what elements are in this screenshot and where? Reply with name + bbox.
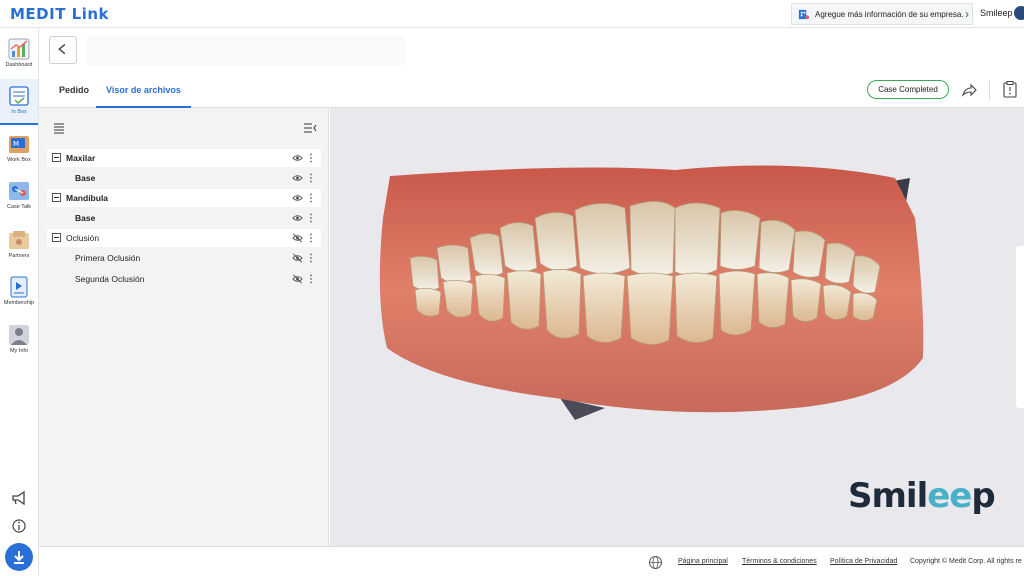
sidebar-item-inbox[interactable]: In Box xyxy=(0,79,38,125)
chevron-left-icon xyxy=(58,43,66,55)
more-vertical-icon[interactable] xyxy=(308,172,314,184)
tree-row-label: Oclusión xyxy=(66,233,100,243)
more-vertical-icon[interactable] xyxy=(308,232,314,244)
brand-text-suffix: p xyxy=(971,476,995,516)
viewer-side-tab[interactable] xyxy=(1016,246,1024,408)
sidebar-item-label: My Info xyxy=(9,348,29,354)
case-completed-button[interactable]: Case Completed xyxy=(867,80,949,99)
eye-icon[interactable] xyxy=(292,173,303,183)
tree-row-maxilar-base[interactable]: Base xyxy=(47,169,321,187)
more-vertical-icon[interactable] xyxy=(308,273,314,285)
collapse-toggle-icon[interactable] xyxy=(52,233,61,242)
sidebar-item-dashboard[interactable]: Dashboard xyxy=(0,32,38,78)
tree-row-label: Base xyxy=(75,173,96,183)
3d-model-viewer[interactable]: Smileep xyxy=(330,108,1024,546)
more-vertical-icon[interactable] xyxy=(308,152,314,164)
announcement-megaphone-icon[interactable] xyxy=(9,488,29,508)
inbox-icon xyxy=(9,86,29,106)
sidebar-item-workbox[interactable]: M Work Box xyxy=(0,127,38,173)
more-vertical-icon[interactable] xyxy=(308,192,314,204)
tree-row-label: Maxilar xyxy=(66,153,96,163)
tree-row-label: Primera Oclusión xyxy=(75,253,141,263)
collapse-toggle-icon[interactable] xyxy=(52,193,61,202)
tree-row-segunda-oclusion[interactable]: Segunda Oclusión xyxy=(47,270,321,288)
sidebar-item-my-info[interactable]: My Info xyxy=(0,318,38,364)
company-info-notice[interactable]: Agregue más información de su empresa. › xyxy=(791,3,973,25)
smileep-brand-logo: Smileep xyxy=(848,476,996,516)
more-vertical-icon[interactable] xyxy=(308,252,314,264)
chevron-right-icon[interactable]: › xyxy=(965,7,969,21)
building-info-icon xyxy=(798,9,809,19)
share-icon[interactable] xyxy=(961,82,977,98)
eye-icon[interactable] xyxy=(292,213,303,223)
footer-copyright: Copyright © Medit Corp. All rights re xyxy=(910,558,1022,565)
download-icon xyxy=(14,551,24,564)
sidebar-item-label: Partners xyxy=(8,253,30,259)
page-footer: Página principal Términos & condiciones … xyxy=(39,546,1024,576)
tree-row-label: Mandíbula xyxy=(66,193,109,203)
case-title-box xyxy=(87,36,405,66)
brand-text-ee: ee xyxy=(927,476,972,516)
header-divider xyxy=(989,80,990,100)
footer-link-privacy[interactable]: Política de Privacidad xyxy=(830,558,897,565)
footer-link-home[interactable]: Página principal xyxy=(678,558,728,565)
tab-visor-de-archivos[interactable]: Visor de archivos xyxy=(96,82,191,108)
membership-icon xyxy=(10,276,28,298)
brand-text-prefix: Smil xyxy=(848,476,928,516)
sidebar-item-label: Case Talk xyxy=(6,204,32,210)
sidebar-item-label: Work Box xyxy=(7,157,31,163)
case-header: Pedido Visor de archivos Case Completed xyxy=(39,28,1024,108)
sidebar-item-label: In Box xyxy=(11,109,27,115)
eye-off-icon[interactable] xyxy=(292,274,303,284)
clipboard-icon[interactable] xyxy=(1003,81,1017,98)
more-vertical-icon[interactable] xyxy=(308,212,314,224)
user-avatar[interactable] xyxy=(1014,6,1024,20)
download-button[interactable] xyxy=(5,543,33,571)
sidebar-item-label: Dashboard xyxy=(5,62,33,68)
tab-pedido[interactable]: Pedido xyxy=(59,82,89,108)
tree-row-oclusion[interactable]: Oclusión xyxy=(47,229,321,247)
left-sidebar: Dashboard In Box M Work Box Case Talk Pa… xyxy=(0,28,39,576)
tree-row-label: Segunda Oclusión xyxy=(75,274,145,284)
top-bar: MEDIT Link Agregue más información de su… xyxy=(0,0,1024,28)
sidebar-item-membership[interactable]: Membership xyxy=(0,270,38,316)
tree-row-mandibula-base[interactable]: Base xyxy=(47,209,321,227)
info-icon[interactable] xyxy=(9,516,29,536)
my-info-icon xyxy=(9,325,29,345)
workbox-icon: M xyxy=(9,136,29,153)
svg-text:M: M xyxy=(13,140,19,148)
tree-row-label: Base xyxy=(75,213,96,223)
app-logo[interactable]: MEDIT Link xyxy=(10,5,109,23)
tree-row-maxilar[interactable]: Maxilar xyxy=(47,149,321,167)
back-button[interactable] xyxy=(49,36,77,64)
tree-row-mandibula[interactable]: Mandíbula xyxy=(47,189,321,207)
tree-row-primera-oclusion[interactable]: Primera Oclusión xyxy=(47,249,321,267)
eye-off-icon[interactable] xyxy=(292,233,303,243)
eye-off-icon[interactable] xyxy=(292,253,303,263)
collapse-toggle-icon[interactable] xyxy=(52,153,61,162)
footer-link-terms[interactable]: Términos & condiciones xyxy=(742,558,817,565)
file-tree-panel: Maxilar Base Mandíbula Base Oclusión Pri… xyxy=(39,108,329,546)
sidebar-item-partners[interactable]: Partners xyxy=(0,223,38,269)
sidebar-item-label: Membership xyxy=(3,300,35,306)
collapse-panel-icon[interactable] xyxy=(303,121,317,135)
company-info-text: Agregue más información de su empresa. xyxy=(815,9,964,19)
user-name[interactable]: Smileep xyxy=(980,8,1013,18)
list-icon[interactable] xyxy=(52,121,66,135)
partners-icon xyxy=(9,231,29,249)
case-talk-icon xyxy=(9,182,29,200)
sidebar-item-case-talk[interactable]: Case Talk xyxy=(0,174,38,220)
dashboard-chart-icon xyxy=(8,38,30,60)
eye-icon[interactable] xyxy=(292,193,303,203)
dental-scan-model[interactable] xyxy=(375,158,930,448)
eye-icon[interactable] xyxy=(292,153,303,163)
globe-icon[interactable] xyxy=(648,555,663,570)
